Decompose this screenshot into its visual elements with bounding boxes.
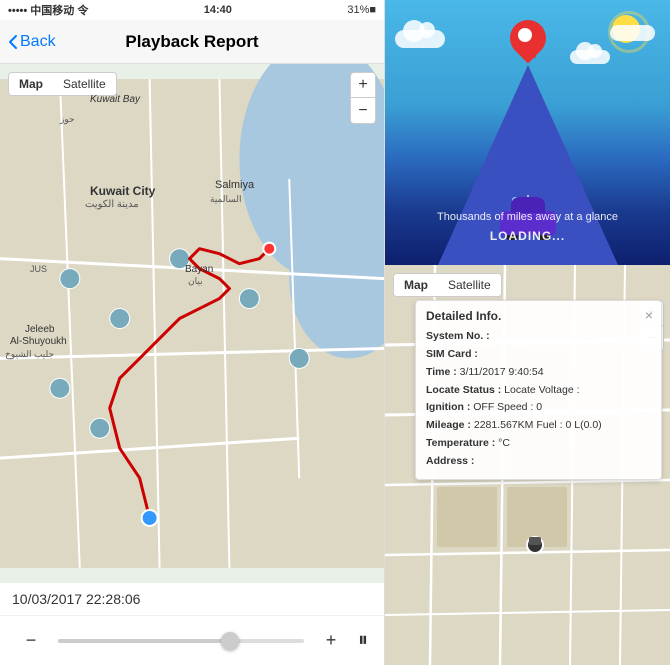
detail-row-mileage: Mileage : 2281.567KM Fuel : 0 L(0.0) <box>426 417 651 435</box>
illustration-area: Thousands of miles away at a glance LOAD… <box>385 0 670 265</box>
speed-increase-button[interactable]: + <box>316 626 346 656</box>
carrier-signal: ••••• 中国移动 令 <box>8 2 88 18</box>
back-button[interactable]: Back <box>8 33 56 51</box>
back-label: Back <box>20 33 56 51</box>
map-view[interactable]: Map Satellite + − Kuwait Bay حوز Kuwait … <box>0 64 384 583</box>
clock: 14:40 <box>204 4 232 16</box>
status-bar: ••••• 中国移动 令 14:40 31%■ <box>0 0 384 20</box>
detail-row-simcard: SIM Card : <box>426 346 651 364</box>
map-type-map[interactable]: Map <box>8 72 54 96</box>
progress-fill <box>58 639 230 643</box>
map-label-arabic-4: JUS <box>30 264 47 274</box>
map-label-arabic-3: السالمية <box>210 194 242 205</box>
map-label-kuwait-bay: Kuwait Bay <box>90 94 140 105</box>
speed-decrease-button[interactable]: − <box>16 626 46 656</box>
battery: 31%■ <box>347 4 376 16</box>
detail-row-address: Address : <box>426 453 651 471</box>
map-label-arabic-5: جليب الشيوخ <box>5 349 54 360</box>
detail-row-locate: Locate Status : Locate Voltage : <box>426 382 651 400</box>
cloud-icon-3 <box>610 25 655 41</box>
detail-row-system: System No. : <box>426 328 651 346</box>
loading-text: LOADING... <box>385 229 670 243</box>
detail-row-time: Time : 3/11/2017 9:40:54 <box>426 364 651 382</box>
playback-time: 10/03/2017 22:28:06 <box>0 583 384 615</box>
cloud-icon-1 <box>395 30 445 48</box>
map-label-arabic-2: مدينة الكويت <box>85 199 139 210</box>
left-panel: ••••• 中国移动 令 14:40 31%■ Back Playback Re… <box>0 0 385 665</box>
detail-info-box: × Detailed Info. System No. : SIM Card :… <box>415 300 662 480</box>
detail-info-title: Detailed Info. <box>426 309 651 323</box>
right-panel: Thousands of miles away at a glance LOAD… <box>385 0 670 665</box>
map-label-salmiya: Salmiya <box>215 179 254 191</box>
playback-controls: − + ⏸ <box>0 615 384 665</box>
right-map-type-satellite[interactable]: Satellite <box>438 274 501 296</box>
zoom-out-button[interactable]: − <box>350 98 376 124</box>
detail-close-button[interactable]: × <box>645 307 653 323</box>
right-map-view[interactable]: Map Satellite × Detailed Info. System No… <box>385 265 670 665</box>
map-label-arabic-1: حوز <box>60 114 75 125</box>
detail-row-ignition: Ignition : OFF Speed : 0 <box>426 399 651 417</box>
map-label-bayan: Bayan <box>185 264 213 275</box>
map-type-toggle[interactable]: Map Satellite <box>8 72 117 96</box>
map-label-jeleeb: Jeleeb <box>25 324 54 335</box>
map-type-satellite[interactable]: Satellite <box>53 73 116 95</box>
cloud-icon-2 <box>570 50 610 64</box>
map-label-arabic-bayan: بيان <box>188 276 203 287</box>
pause-button[interactable]: ⏸ <box>358 629 368 652</box>
illustration-content: Thousands of miles away at a glance LOAD… <box>385 0 670 265</box>
zoom-controls: + − <box>350 72 376 124</box>
location-pin-icon <box>510 20 546 62</box>
right-map-type-map[interactable]: Map <box>393 273 439 297</box>
zoom-in-button[interactable]: + <box>350 72 376 98</box>
right-map-type-toggle[interactable]: Map Satellite <box>393 273 502 297</box>
detail-row-temp: Temperature : °C <box>426 435 651 453</box>
chevron-left-icon <box>8 34 18 50</box>
map-label-shuyoukh: Al-Shuyoukh <box>10 336 67 347</box>
map-background <box>0 64 384 583</box>
progress-thumb[interactable] <box>221 632 239 650</box>
page-title: Playback Report <box>125 32 258 52</box>
tagline-text: Thousands of miles away at a glance <box>385 211 670 223</box>
progress-bar[interactable] <box>58 639 304 643</box>
map-label-kuwait-city: Kuwait City <box>90 184 155 198</box>
nav-bar: Back Playback Report <box>0 20 384 64</box>
